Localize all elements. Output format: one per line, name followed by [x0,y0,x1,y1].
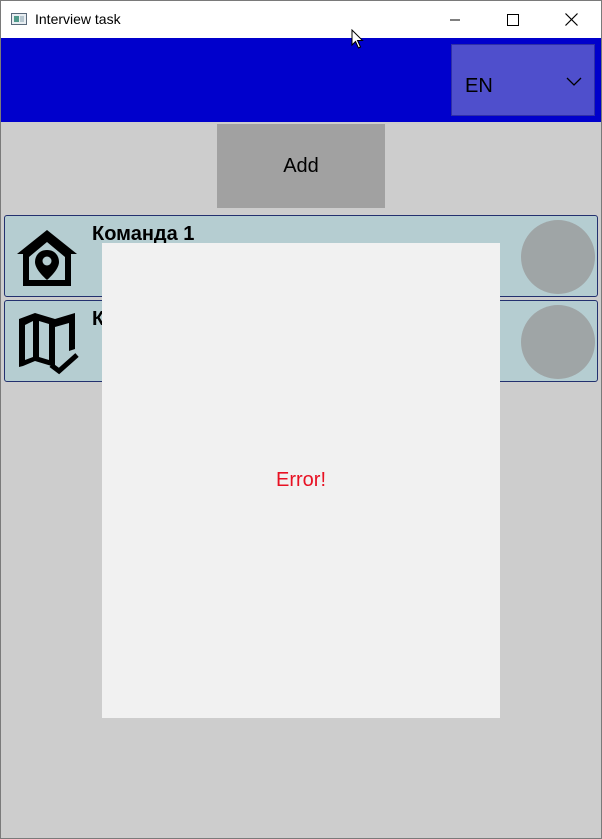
language-value: EN [465,75,493,97]
title-bar[interactable]: Interview task [1,1,601,38]
minimize-button[interactable] [426,1,484,38]
close-icon [564,13,578,26]
error-message: Error! [276,469,326,491]
mouse-cursor-icon [351,29,364,49]
maximize-icon [507,13,519,26]
header-bar: EN [1,38,601,122]
item-action-circle[interactable] [521,220,595,294]
app-window: Interview task EN Add Команда 1 К Error! [0,0,602,839]
minimize-icon [450,19,460,20]
map-check-icon [19,313,79,375]
maximize-button[interactable] [484,1,542,38]
language-select[interactable]: EN [451,44,595,116]
error-dialog: Error! [102,243,500,718]
close-button[interactable] [542,1,600,38]
home-pin-icon [17,230,77,286]
item-action-circle[interactable] [521,305,595,379]
window-title: Interview task [35,11,121,27]
chevron-down-icon [566,77,582,86]
add-button[interactable]: Add [217,124,385,208]
app-icon [11,13,27,25]
